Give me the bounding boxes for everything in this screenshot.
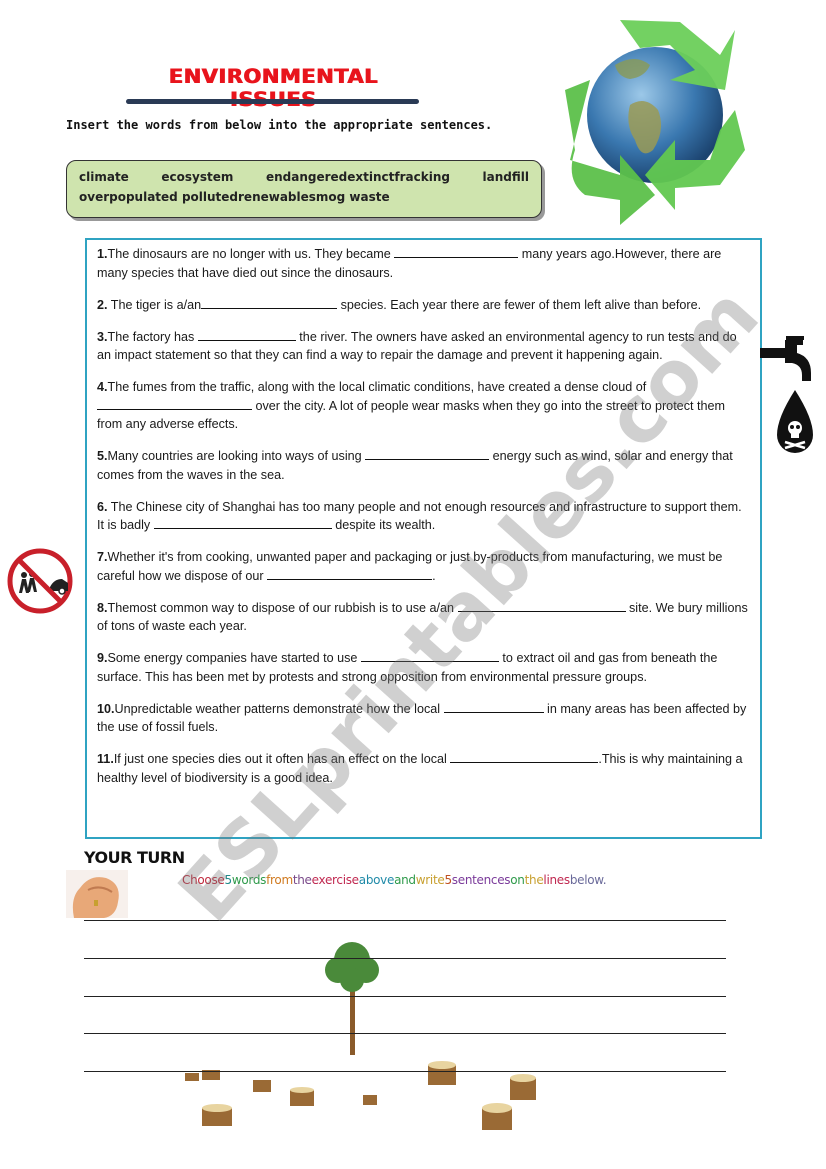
writing-line-2[interactable] bbox=[84, 958, 726, 959]
question-2: 2. The tiger is a/an species. Each year … bbox=[97, 296, 750, 315]
question-text: Many countries are looking into ways of … bbox=[107, 449, 366, 463]
no-pedestrian-sign-icon bbox=[7, 548, 73, 614]
title-underline bbox=[126, 99, 419, 104]
question-text: The dinosaurs are no longer with us. The… bbox=[107, 247, 395, 261]
question-number: 10. bbox=[97, 701, 115, 716]
question-number: 7. bbox=[97, 550, 108, 564]
word-bank-word: climate bbox=[79, 170, 129, 184]
answer-blank[interactable] bbox=[457, 600, 626, 612]
instruction-text: Insert the words from below into the app… bbox=[66, 118, 493, 132]
instruction-word: 5 bbox=[224, 873, 233, 887]
question-9: 9.Some energy companies have started to … bbox=[97, 649, 750, 686]
answer-blank[interactable] bbox=[394, 246, 519, 258]
poison-tap-icon bbox=[760, 336, 813, 453]
your-turn-heading: YOUR TURN bbox=[84, 848, 185, 867]
answer-blank[interactable] bbox=[97, 398, 252, 410]
instruction-word: 5 bbox=[444, 873, 452, 887]
writing-line-5[interactable] bbox=[84, 1071, 726, 1072]
answer-blank[interactable] bbox=[201, 297, 338, 309]
answer-blank[interactable] bbox=[365, 448, 490, 460]
question-number: 9. bbox=[97, 651, 108, 665]
writing-line-4[interactable] bbox=[84, 1033, 726, 1034]
question-4: 4.The fumes from the traffic, along with… bbox=[97, 378, 750, 434]
word-bank-word: landfill bbox=[482, 170, 529, 184]
instruction-word: sentences bbox=[451, 873, 511, 887]
instruction-word: lines bbox=[543, 873, 570, 887]
question-6: 6. The Chinese city of Shanghai has too … bbox=[97, 498, 750, 535]
answer-blank[interactable] bbox=[443, 701, 544, 713]
question-text: Unpredictable weather patterns demonstra… bbox=[114, 701, 444, 716]
question-3: 3.The factory has the river. The owners … bbox=[97, 328, 750, 365]
question-text: species. Each year there are fewer of th… bbox=[337, 297, 702, 312]
question-text: The factory has bbox=[107, 329, 198, 344]
answer-blank[interactable] bbox=[360, 650, 499, 662]
word-bank-word: ecosystem bbox=[161, 170, 234, 184]
question-text: If just one species dies out it often ha… bbox=[113, 752, 451, 766]
instruction-word: words bbox=[231, 873, 267, 887]
instruction-word: the bbox=[524, 873, 544, 887]
answer-blank[interactable] bbox=[267, 568, 433, 580]
writing-line-1[interactable] bbox=[84, 920, 726, 921]
instruction-word: the bbox=[292, 873, 312, 887]
question-text: The fumes from the traffic, along with t… bbox=[107, 380, 647, 394]
writing-line-3[interactable] bbox=[84, 996, 726, 997]
question-7: 7.Whether it's from cooking, unwanted pa… bbox=[97, 548, 750, 585]
exercise-box: 1.The dinosaurs are no longer with us. T… bbox=[85, 238, 762, 839]
question-number: 2. bbox=[97, 297, 108, 312]
word-bank-row-2: overpopulated pollutedrenewablesmog wast… bbox=[79, 190, 390, 204]
question-text: despite its wealth. bbox=[331, 518, 436, 532]
question-text: . bbox=[432, 568, 436, 583]
instruction-word: above bbox=[358, 873, 395, 887]
question-text: Some energy companies have started to us… bbox=[107, 651, 361, 665]
answer-blank[interactable] bbox=[153, 517, 332, 529]
word-bank-word: endangeredextinctfracking bbox=[265, 170, 450, 184]
question-number: 11. bbox=[97, 752, 114, 766]
question-number: 4. bbox=[97, 380, 108, 394]
question-11: 11.If just one species dies out it often… bbox=[97, 750, 750, 787]
pointing-hand-icon bbox=[66, 870, 128, 918]
recycle-globe-icon bbox=[565, 20, 745, 225]
question-number: 8. bbox=[97, 600, 108, 615]
instruction-word: write bbox=[415, 873, 445, 887]
question-text: Themost common way to dispose of our rub… bbox=[107, 600, 458, 615]
deforestation-image bbox=[185, 942, 536, 1130]
instruction-word: and bbox=[394, 873, 416, 887]
instruction-word: below. bbox=[569, 873, 607, 887]
question-8: 8.Themost common way to dispose of our r… bbox=[97, 599, 750, 636]
question-10: 10.Unpredictable weather patterns demons… bbox=[97, 700, 750, 737]
instruction-word: from bbox=[266, 873, 293, 887]
question-1: 1.The dinosaurs are no longer with us. T… bbox=[97, 245, 750, 282]
word-bank: climate ecosystem endangeredextinctfrack… bbox=[66, 160, 542, 218]
question-number: 5. bbox=[97, 449, 108, 463]
instruction-word: on bbox=[510, 873, 525, 887]
instruction-word: exercise bbox=[311, 873, 359, 887]
answer-blank[interactable] bbox=[450, 751, 599, 763]
question-5: 5.Many countries are looking into ways o… bbox=[97, 447, 750, 484]
answer-blank[interactable] bbox=[197, 329, 296, 341]
question-text: The tiger is a/an bbox=[107, 297, 202, 312]
question-number: 6. bbox=[97, 499, 108, 514]
question-number: 1. bbox=[97, 247, 108, 261]
question-number: 3. bbox=[97, 329, 108, 344]
instruction-word: Choose bbox=[182, 873, 225, 887]
your-turn-instruction: Choose5wordsfromtheexerciseaboveandwrite… bbox=[182, 873, 607, 887]
